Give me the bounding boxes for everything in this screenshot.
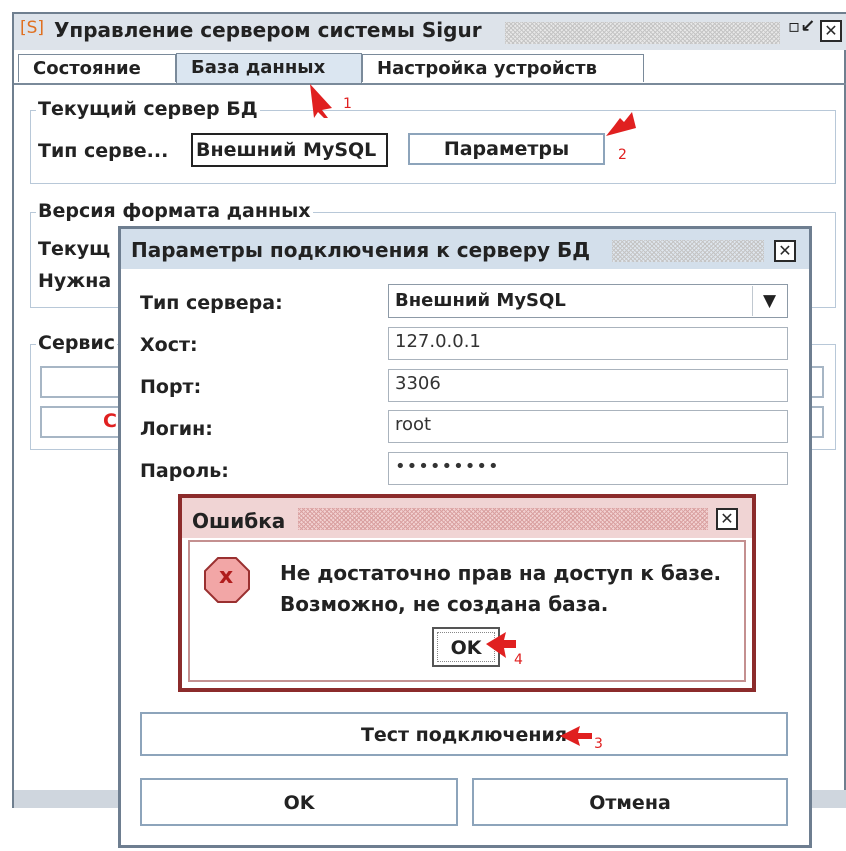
error-dialog-grip	[298, 508, 708, 530]
connection-dialog-close-icon[interactable]: ✕	[774, 240, 796, 262]
server-type-value: Внешний MySQL	[191, 133, 388, 167]
password-field-label: Пароль:	[140, 460, 229, 482]
login-input[interactable]: root	[388, 410, 788, 443]
test-connection-button[interactable]: Тест подключения	[140, 712, 788, 756]
login-field-label: Логин:	[140, 418, 213, 440]
tab-device-settings[interactable]: Настройка устройств	[362, 54, 644, 82]
current-server-legend: Текущий сервер БД	[36, 98, 260, 120]
annotation-arrow-3	[560, 726, 592, 746]
chevron-down-icon[interactable]: ▼	[752, 286, 786, 316]
cancel-button[interactable]: Отмена	[472, 778, 788, 826]
needed-version-label: Нужна	[38, 270, 112, 292]
port-input[interactable]: 3306	[388, 369, 788, 402]
error-icon-glyph: x	[219, 564, 234, 589]
tab-status[interactable]: Состояние	[18, 54, 176, 82]
annotation-arrow-2	[606, 112, 636, 136]
annotation-arrow-4	[486, 632, 516, 658]
password-input[interactable]: •••••••••	[388, 452, 788, 485]
server-type-select-value: Внешний MySQL	[395, 290, 566, 311]
annotation-number-1: 1	[343, 96, 352, 112]
connection-dialog-grip	[612, 240, 764, 262]
format-version-legend: Версия формата данных	[36, 200, 313, 222]
connection-dialog-title: Параметры подключения к серверу БД	[131, 238, 591, 262]
minimize-icon[interactable]: ▫↙	[788, 16, 815, 37]
ok-button[interactable]: OK	[140, 778, 458, 826]
error-dialog-title: Ошибка	[192, 509, 286, 533]
annotation-number-4: 4	[514, 652, 523, 668]
service-legend: Сервис	[36, 332, 118, 354]
annotation-number-2: 2	[618, 147, 627, 163]
tab-database[interactable]: База данных	[176, 53, 362, 83]
annotation-number-3: 3	[594, 736, 603, 752]
title-bar-grip	[505, 22, 780, 44]
host-input[interactable]: 127.0.0.1	[388, 327, 788, 360]
current-version-label: Текущ	[38, 238, 111, 260]
error-message-line-1: Не достаточно прав на доступ к базе.	[280, 561, 722, 585]
error-message-line-2: Возможно, не создана база.	[280, 592, 609, 616]
host-field-label: Хост:	[140, 334, 198, 356]
port-field-label: Порт:	[140, 376, 202, 398]
server-type-field-label: Тип сервера:	[140, 292, 283, 314]
parameters-button[interactable]: Параметры	[408, 133, 605, 165]
app-icon: [S]	[20, 18, 45, 38]
annotation-arrow-1	[310, 84, 332, 118]
tab-strip-line	[14, 83, 846, 85]
server-type-label: Тип серве...	[38, 140, 169, 162]
error-dialog-close-icon[interactable]: ✕	[716, 508, 738, 530]
window-title: Управление сервером системы Sigur	[54, 18, 482, 42]
close-icon[interactable]: ✕	[820, 20, 842, 42]
service-button-2-label: С	[103, 410, 117, 432]
